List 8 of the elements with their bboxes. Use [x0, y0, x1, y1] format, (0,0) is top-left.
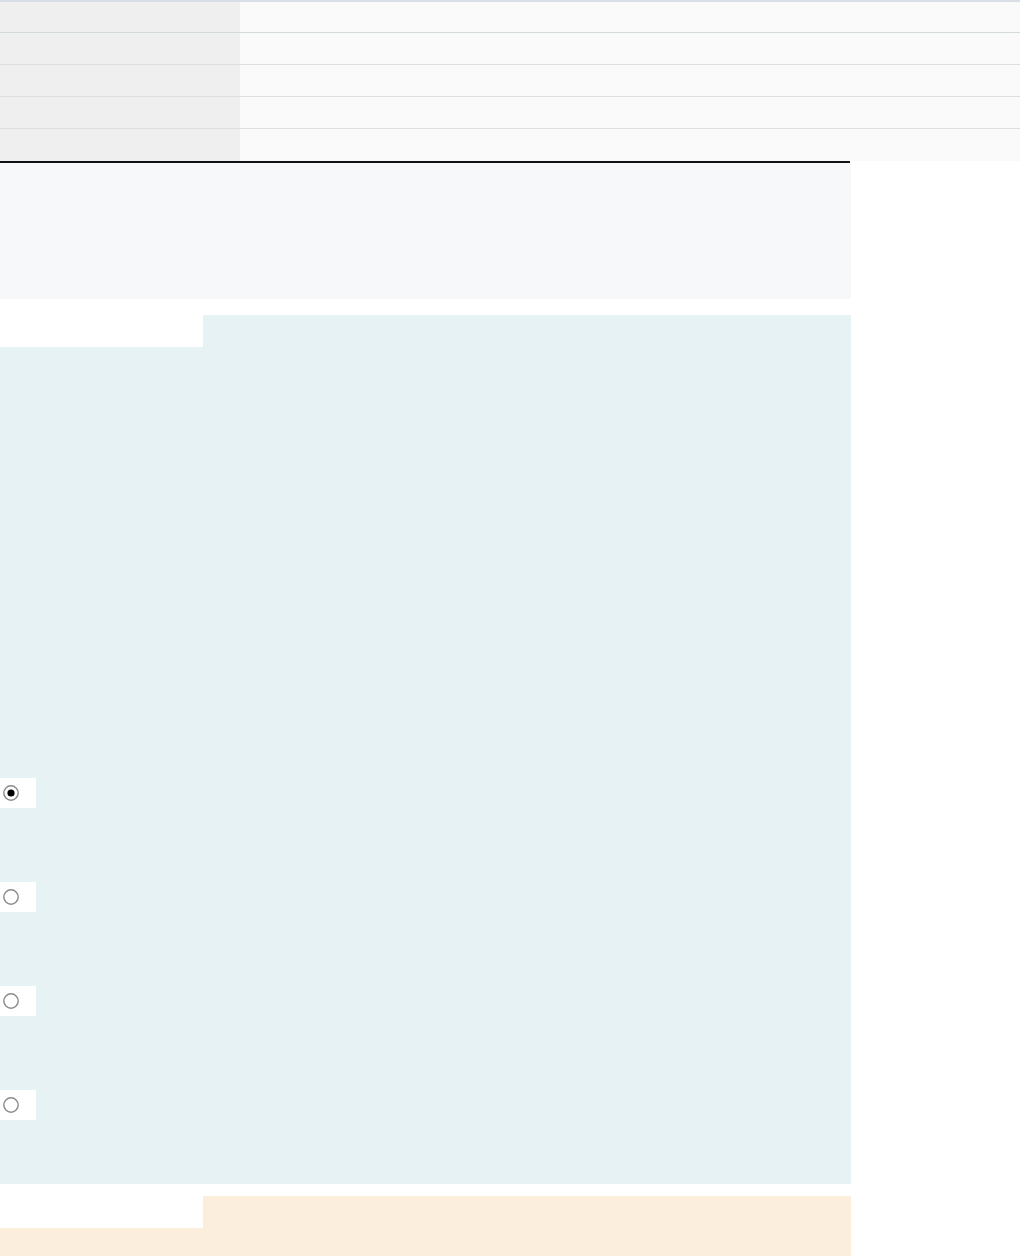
- radio-button[interactable]: [0, 778, 36, 808]
- radio-button[interactable]: [0, 882, 36, 912]
- radio-icon[interactable]: [3, 993, 19, 1009]
- selected-radio-icon[interactable]: [3, 785, 19, 801]
- radio-button[interactable]: [0, 1090, 36, 1120]
- radio-icon[interactable]: [3, 889, 19, 905]
- radio-icon[interactable]: [3, 1097, 19, 1113]
- radio-button[interactable]: [0, 986, 36, 1016]
